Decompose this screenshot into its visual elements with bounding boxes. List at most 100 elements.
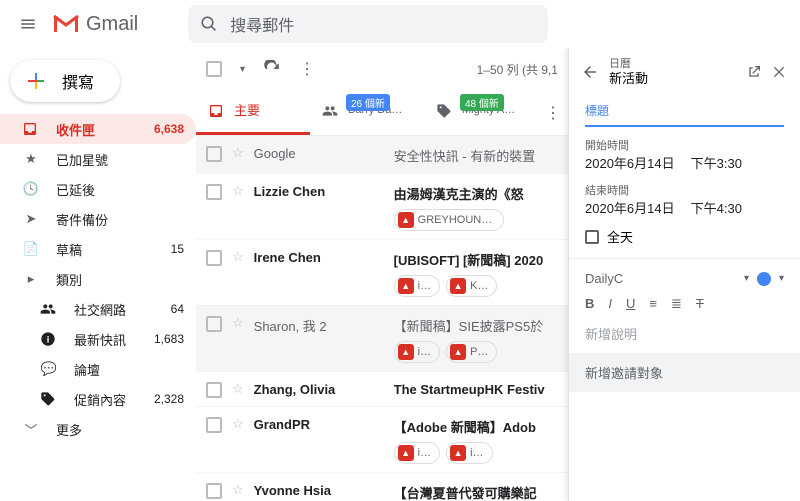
search-box[interactable]: 搜尋郵件 xyxy=(188,5,548,43)
image-icon: ▲ xyxy=(450,445,466,461)
email-row[interactable]: ☆Irene Chen[UBISOFT] [新聞稿] 2020▲i…▲K… xyxy=(196,240,568,306)
logo-text: Gmail xyxy=(86,13,138,36)
clear-format-button[interactable]: T xyxy=(696,296,704,312)
nav-sub-item[interactable]: 社交網路64 xyxy=(0,294,196,324)
nav-item-send[interactable]: ➤寄件備份 xyxy=(0,204,196,234)
email-row[interactable]: ☆Sharon, 我 2【新聞稿】SIE披露PS5於▲i…▲P… xyxy=(196,306,568,372)
star-icon[interactable]: ☆ xyxy=(232,381,244,397)
color-dot[interactable] xyxy=(757,272,771,286)
calendar-select[interactable]: DailyC xyxy=(585,271,736,286)
subject: 【Adobe 新聞稿】Adob xyxy=(394,415,558,436)
nav-label: 已加星號 xyxy=(56,150,108,169)
star-icon[interactable]: ☆ xyxy=(232,249,244,265)
add-guests-field[interactable]: 新增邀請對象 xyxy=(569,353,800,392)
open-external-icon[interactable] xyxy=(746,64,762,80)
chip-label: i… xyxy=(418,346,431,358)
star-icon: ★ xyxy=(22,151,40,167)
subject: [UBISOFT] [新聞稿] 2020 xyxy=(394,248,558,269)
row-checkbox[interactable] xyxy=(206,146,222,162)
allday-checkbox[interactable]: 全天 xyxy=(585,227,784,246)
nav-count: 15 xyxy=(171,242,184,256)
event-title-field[interactable]: 標題 xyxy=(585,102,784,127)
italic-button[interactable]: I xyxy=(608,296,612,312)
inbox-icon xyxy=(22,121,40,137)
numbered-list-button[interactable]: ≡ xyxy=(649,296,657,312)
image-icon: ▲ xyxy=(450,344,466,360)
attachment-chip[interactable]: ▲i… xyxy=(394,442,440,464)
back-icon[interactable] xyxy=(581,63,599,81)
star-icon[interactable]: ☆ xyxy=(232,145,244,161)
description-field[interactable]: 新增說明 xyxy=(585,322,784,343)
nav-sub-item[interactable]: 促銷內容2,328 xyxy=(0,384,196,414)
email-row[interactable]: ☆GrandPR【Adobe 新聞稿】Adob▲i…▲i… xyxy=(196,407,568,473)
bullet-list-button[interactable]: ≣ xyxy=(671,296,682,312)
nav-item-clock[interactable]: 🕓已延後 xyxy=(0,174,196,204)
attachment-chip[interactable]: ▲ i… xyxy=(394,341,440,363)
nav-more[interactable]: ﹀ 更多 xyxy=(0,414,196,444)
tabs-overflow[interactable]: ⋮ xyxy=(538,90,568,135)
tab[interactable]: 26 個新Barry Da… xyxy=(310,90,424,135)
end-time-label: 結束時間 xyxy=(585,182,784,198)
compose-button[interactable]: 撰寫 xyxy=(10,60,120,102)
nav-label: 類別 xyxy=(56,270,82,289)
attachment-chip[interactable]: ▲GREYHOUND_0… xyxy=(394,209,504,231)
row-checkbox[interactable] xyxy=(206,483,222,499)
pagination-info: 1–50 列 (共 9,1 xyxy=(477,61,558,78)
dropdown-caret-icon[interactable]: ▾ xyxy=(240,64,245,75)
select-all-checkbox[interactable] xyxy=(206,61,222,77)
attachment-chip[interactable]: ▲i… xyxy=(446,442,492,464)
panel-app-label: 日曆 xyxy=(609,58,736,71)
underline-button[interactable]: U xyxy=(626,296,635,312)
attachment-chip[interactable]: ▲K… xyxy=(446,275,497,297)
main-content: ▾ ⋮ 1–50 列 (共 9,1 主要26 個新Barry Da…48 個新M… xyxy=(196,48,568,501)
nav-item-inbox[interactable]: 收件匣6,638 xyxy=(0,114,196,144)
chevron-down-icon: ﹀ xyxy=(22,420,40,439)
row-checkbox[interactable] xyxy=(206,184,222,200)
start-time[interactable]: 下午3:30 xyxy=(691,153,742,172)
nav-item-file[interactable]: 📄草稿15 xyxy=(0,234,196,264)
chevron-down-icon[interactable]: ▾ xyxy=(744,273,749,284)
chevron-down-icon[interactable]: ▾ xyxy=(779,273,784,284)
row-checkbox[interactable] xyxy=(206,250,222,266)
panel-title: 新活動 xyxy=(609,71,736,87)
svg-text:i: i xyxy=(47,334,50,344)
email-row[interactable]: ☆Google安全性快訊 - 有新的裝置 xyxy=(196,136,568,174)
image-icon: ▲ xyxy=(398,278,414,294)
nav-sub-item[interactable]: 💬論壇 xyxy=(0,354,196,384)
chip-label: GREYHOUND_0… xyxy=(418,214,495,226)
more-label: 更多 xyxy=(56,420,82,439)
tab[interactable]: 主要 xyxy=(196,90,310,135)
row-checkbox[interactable] xyxy=(206,417,222,433)
email-row[interactable]: ☆Zhang, OliviaThe StartmeupHK Festiv xyxy=(196,372,568,407)
sender: Zhang, Olivia xyxy=(254,380,384,397)
more-menu-icon[interactable]: ⋮ xyxy=(299,59,315,79)
close-icon[interactable] xyxy=(772,64,788,80)
row-checkbox[interactable] xyxy=(206,382,222,398)
bold-button[interactable]: B xyxy=(585,296,594,312)
star-icon[interactable]: ☆ xyxy=(232,315,244,331)
end-date[interactable]: 2020年6月14日 xyxy=(585,198,675,217)
chip-label: K… xyxy=(470,280,488,292)
chip-label: i… xyxy=(418,280,431,292)
start-time-label: 開始時間 xyxy=(585,137,784,153)
people-icon xyxy=(40,301,58,317)
checkbox-icon xyxy=(585,230,599,244)
star-icon[interactable]: ☆ xyxy=(232,183,244,199)
star-icon[interactable]: ☆ xyxy=(232,482,244,498)
row-checkbox[interactable] xyxy=(206,316,222,332)
image-icon: ▲ xyxy=(398,344,414,360)
start-date[interactable]: 2020年6月14日 xyxy=(585,153,675,172)
attachment-chip[interactable]: ▲ i… xyxy=(394,275,440,297)
chip-label: i… xyxy=(418,447,431,459)
refresh-icon[interactable] xyxy=(263,60,281,78)
nav-item-label[interactable]: ▸類別 xyxy=(0,264,196,294)
nav-item-star[interactable]: ★ 已加星號 xyxy=(0,144,196,174)
email-row[interactable]: ☆Lizzie Chen由湯姆漢克主演的《怒▲GREYHOUND_0… xyxy=(196,174,568,240)
end-time[interactable]: 下午4:30 xyxy=(691,198,742,217)
star-icon[interactable]: ☆ xyxy=(232,416,244,432)
email-row[interactable]: ☆Yvonne Hsia【台灣夏普代發可購樂記 xyxy=(196,473,568,501)
nav-sub-item[interactable]: i最新快訊1,683 xyxy=(0,324,196,354)
hamburger-menu[interactable] xyxy=(8,4,48,44)
tab[interactable]: 48 個新Mighty A… xyxy=(424,90,538,135)
attachment-chip[interactable]: ▲P… xyxy=(446,341,497,363)
